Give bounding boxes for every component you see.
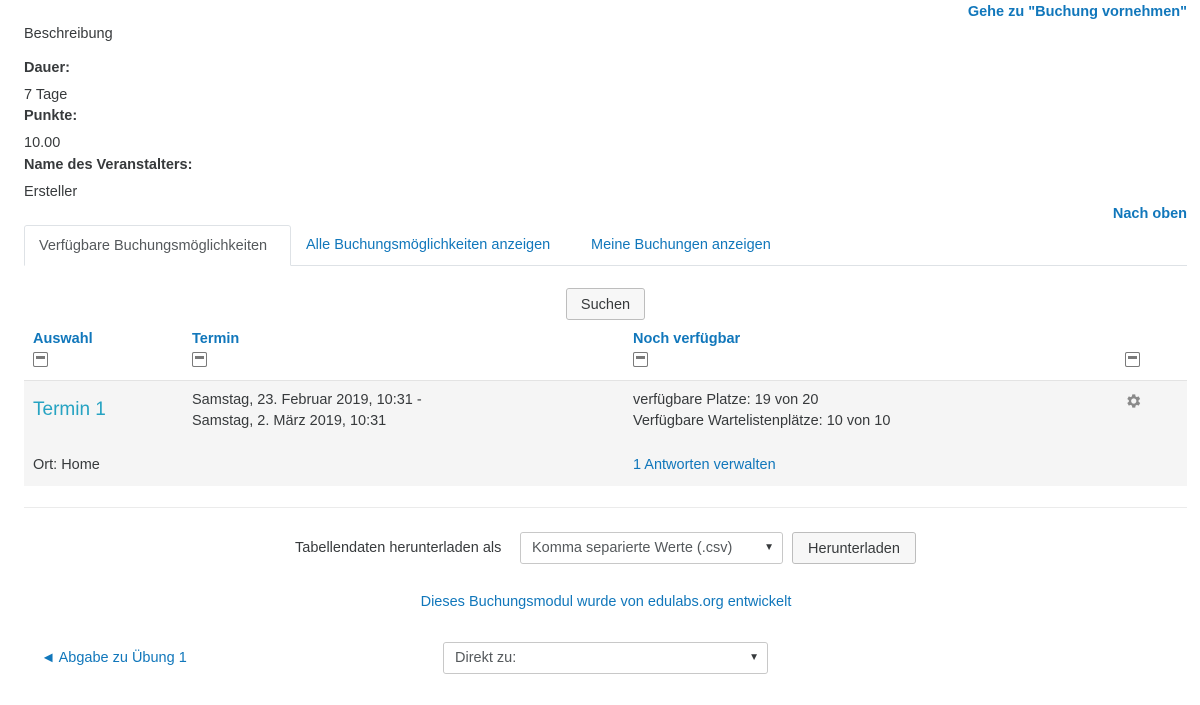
column-header-availability[interactable]: Noch verfügbar [633,331,740,347]
description-text: Beschreibung [24,26,113,42]
tab-available-bookings[interactable]: Verfügbare Buchungsmöglichkeiten [24,225,291,266]
goto-booking-link[interactable]: Gehe zu "Buchung vornehmen" [968,4,1187,20]
divider [24,507,1187,508]
search-button[interactable]: Suchen [566,288,645,320]
chevron-down-icon: ▼ [749,652,759,663]
location-text: Ort: Home [33,457,100,473]
booking-option-title-link[interactable]: Termin 1 [33,399,106,421]
points-label: Punkte: [24,108,78,124]
download-format-select[interactable]: Komma separierte Werte (.csv) ▼ [520,532,783,564]
collapse-icon[interactable] [633,352,648,367]
waitlist-places-text: Verfügbare Wartelistenplätze: 10 von 10 [633,413,891,429]
duration-label: Dauer: [24,60,70,76]
collapse-icon[interactable] [192,352,207,367]
date-start-text: Samstag, 23. Februar 2019, 10:31 - [192,392,422,408]
download-label: Tabellendaten herunterladen als [295,540,502,556]
jump-to-value: Direkt zu: [455,650,517,666]
date-end-text: Samstag, 2. März 2019, 10:31 [192,413,387,429]
points-value: 10.00 [24,135,61,151]
organizer-value: Ersteller [24,184,78,200]
collapse-icon[interactable] [1125,352,1140,367]
tab-all-bookings[interactable]: Alle Buchungsmöglichkeiten anzeigen [292,225,564,266]
download-button[interactable]: Herunterladen [792,532,916,564]
organizer-label: Name des Veranstalters: [24,157,193,173]
download-format-value: Komma separierte Werte (.csv) [532,540,733,556]
chevron-down-icon: ▼ [764,542,774,553]
manage-responses-link[interactable]: 1 Antworten verwalten [633,457,776,473]
credit-link[interactable]: Dieses Buchungsmodul wurde von edulabs.o… [0,594,1200,610]
back-to-top-link[interactable]: Nach oben [1113,206,1187,222]
jump-to-select[interactable]: Direkt zu: ▼ [443,642,768,674]
column-header-date[interactable]: Termin [192,331,239,347]
available-places-text: verfügbare Platze: 19 von 20 [633,392,819,408]
tab-bar: Verfügbare Buchungsmöglichkeiten Alle Bu… [24,225,1187,266]
gear-icon[interactable] [1124,392,1142,415]
tab-my-bookings[interactable]: Meine Buchungen anzeigen [577,225,785,266]
previous-activity-link[interactable]: ◄ Abgabe zu Übung 1 [41,650,187,666]
duration-value: 7 Tage [24,87,68,103]
collapse-icon[interactable] [33,352,48,367]
column-header-selection[interactable]: Auswahl [33,331,93,347]
